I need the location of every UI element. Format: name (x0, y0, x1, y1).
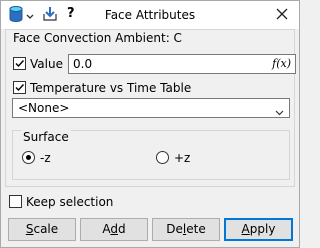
value-input-text: 0.0 (73, 57, 93, 71)
table-select[interactable]: <None> (12, 98, 290, 118)
radio-plus-z[interactable] (156, 151, 169, 164)
temperature-table-label: Temperature vs Time Table (30, 81, 192, 95)
dialog-title: Face Attributes (104, 8, 196, 22)
apply-button[interactable]: Apply (224, 218, 293, 241)
table-select-value: <None> (18, 101, 70, 115)
close-icon[interactable] (274, 6, 290, 22)
face-attributes-dialog: ? Face Attributes Face Convection Ambien… (0, 0, 300, 248)
surface-title: Surface (21, 130, 71, 144)
delete-button[interactable]: Delete (152, 218, 220, 241)
add-button[interactable]: Add (80, 218, 148, 241)
title-bar: ? Face Attributes (1, 1, 299, 29)
value-label: Value (30, 57, 63, 71)
temperature-table-checkbox[interactable] (13, 81, 26, 94)
radio-plus-z-label: +z (174, 151, 191, 165)
value-checkbox[interactable] (13, 57, 26, 70)
scale-button[interactable]: Scale (8, 218, 76, 241)
group-title: Face Convection Ambient: C (13, 31, 185, 45)
value-input[interactable]: 0.0 f(x) (68, 54, 296, 74)
radio-minus-z-label: -z (40, 151, 51, 165)
face-convection-group: Face Convection Ambient: C Value 0.0 f(x… (5, 29, 296, 187)
keep-selection-label: Keep selection (26, 195, 114, 209)
function-icon[interactable]: f(x) (272, 57, 291, 70)
keep-selection-checkbox[interactable] (9, 195, 22, 208)
chevron-down-icon (275, 105, 284, 119)
surface-group: Surface -z +z (12, 130, 290, 180)
radio-minus-z[interactable] (22, 151, 35, 164)
